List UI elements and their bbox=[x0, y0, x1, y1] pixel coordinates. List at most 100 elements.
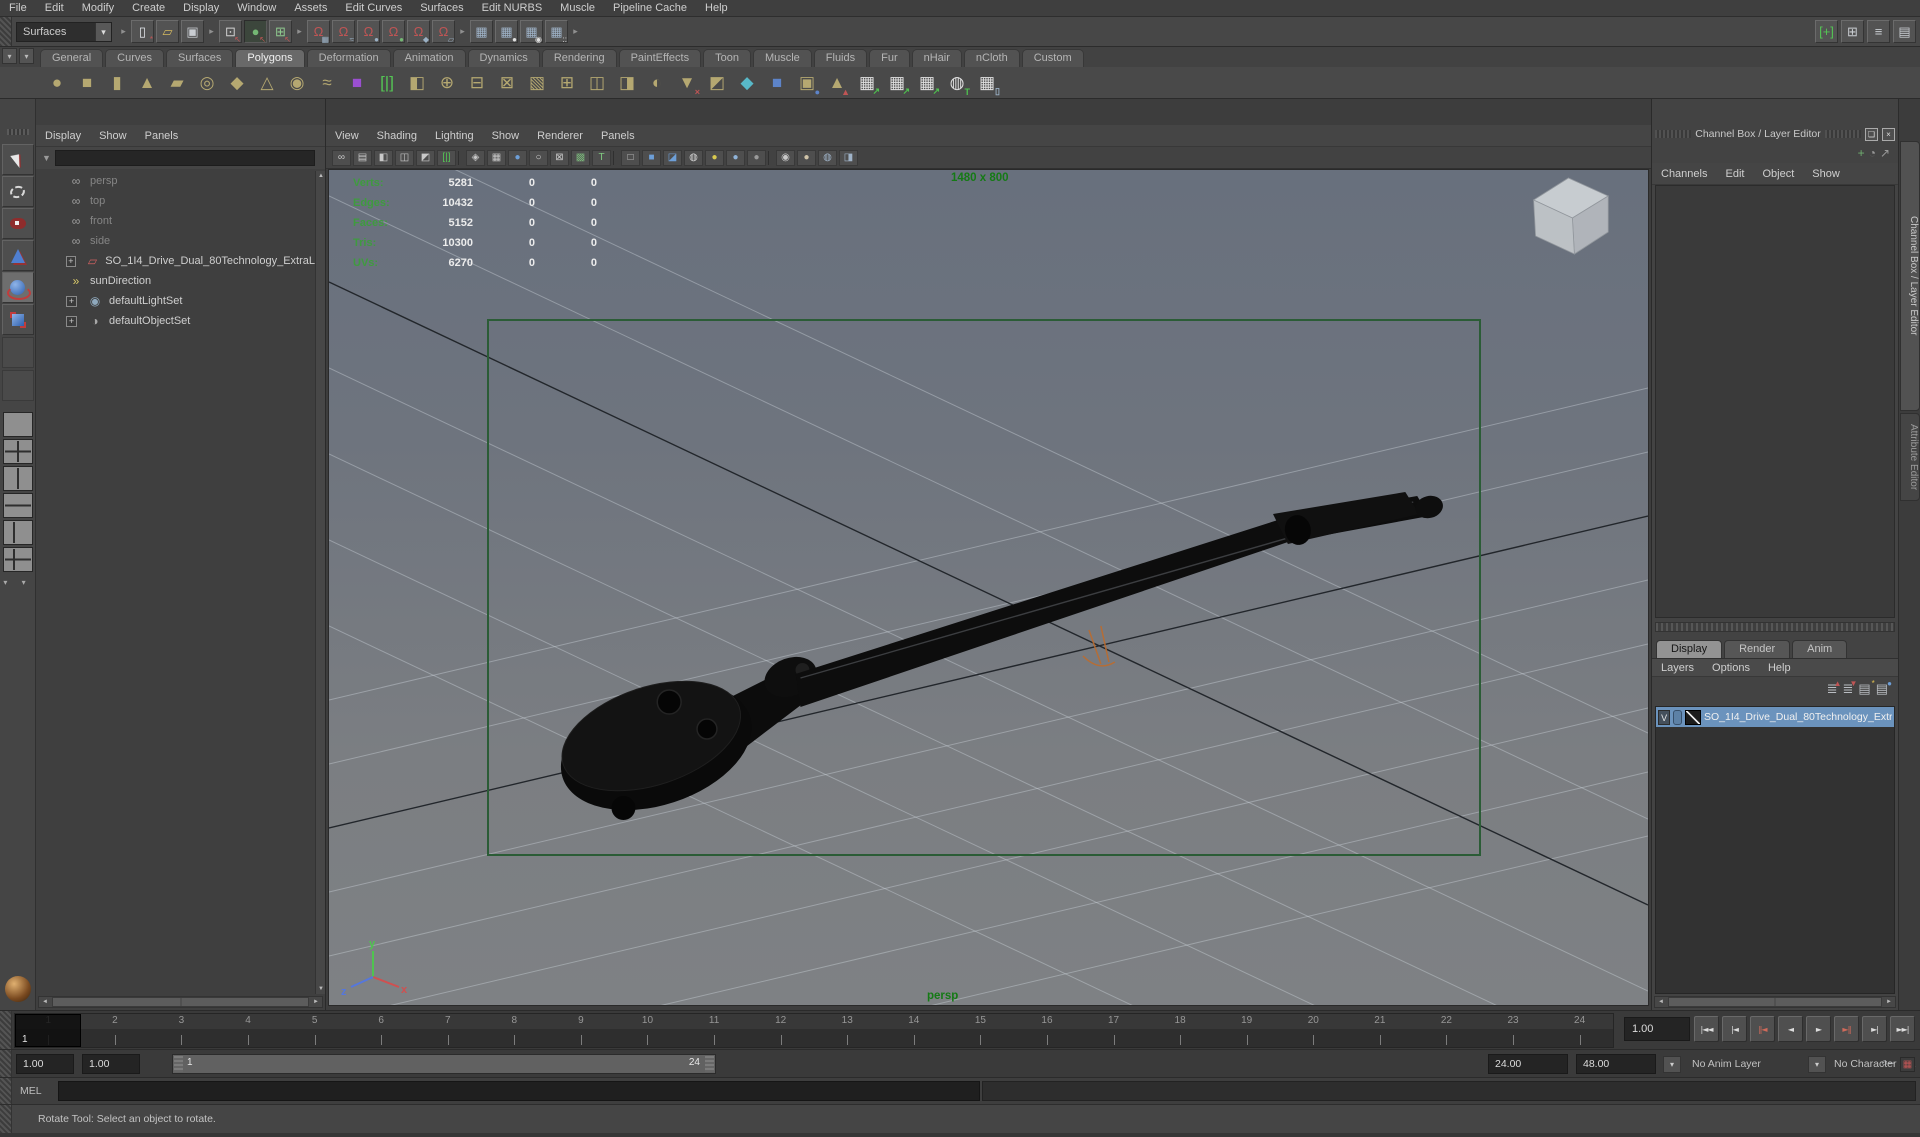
shelf-tab[interactable]: PaintEffects bbox=[618, 49, 702, 67]
menu-set-selector[interactable]: Surfaces ▾ bbox=[16, 21, 112, 42]
boolean-difference-icon[interactable]: ⊟ bbox=[462, 68, 492, 97]
scroll-right-icon[interactable]: ► bbox=[1883, 999, 1895, 1005]
tool-settings-toggle[interactable]: ≡ bbox=[1867, 20, 1890, 43]
last-tool-slot[interactable] bbox=[1, 337, 34, 368]
frame-cell[interactable]: 24 bbox=[1546, 1014, 1613, 1047]
select-by-hierarchy-icon[interactable]: ⊡ ↖ bbox=[219, 20, 242, 44]
menu-item[interactable]: Edit NURBS bbox=[473, 1, 552, 15]
outliner-item-defaultobjectset[interactable]: + ◑ defaultObjectSet bbox=[36, 311, 315, 331]
spherical-mapping-icon[interactable]: ▦ ↗ bbox=[912, 68, 942, 97]
outliner-search-input[interactable] bbox=[54, 150, 315, 166]
scrollbar-thumb[interactable] bbox=[52, 997, 309, 1007]
layout-outliner-persp[interactable] bbox=[2, 520, 33, 545]
go-to-end-button[interactable]: ►►| bbox=[1890, 1016, 1915, 1042]
outliner-item-defaultlightset[interactable]: + ◉ defaultLightSet bbox=[36, 291, 315, 311]
shelf-tab[interactable]: Curves bbox=[105, 49, 164, 67]
menu-item[interactable]: Window bbox=[228, 1, 285, 15]
panel-menu-item[interactable]: Show bbox=[90, 128, 136, 144]
auto-keyframe-toggle[interactable]: ▦ bbox=[1900, 1057, 1915, 1072]
collapser-icon[interactable]: ▸ bbox=[457, 20, 468, 43]
bridge-icon[interactable]: ◫ bbox=[582, 68, 612, 97]
panel-menu-item[interactable]: Lighting bbox=[426, 128, 483, 144]
collapser-icon[interactable]: ▸ bbox=[570, 20, 581, 43]
panel-menu-item[interactable]: View bbox=[326, 128, 368, 144]
polygon-pipe-icon[interactable]: ◉ bbox=[282, 68, 312, 97]
range-slider[interactable]: 1 24 bbox=[172, 1054, 716, 1074]
grip-handle[interactable] bbox=[6, 129, 29, 135]
divider[interactable] bbox=[613, 150, 619, 165]
frame-cell[interactable]: 16 bbox=[1014, 1014, 1081, 1047]
divider[interactable] bbox=[768, 150, 774, 165]
render-current-frame-icon[interactable]: ▦ ● bbox=[495, 20, 518, 44]
layer-editor-tab[interactable]: Display bbox=[1656, 640, 1723, 658]
animation-end-field[interactable]: 48.00 bbox=[1576, 1054, 1656, 1074]
layer-move-down-icon[interactable]: ≣ ▼ bbox=[1843, 679, 1858, 697]
shelf-tab[interactable]: Dynamics bbox=[467, 49, 540, 67]
anim-layer-label[interactable]: No Anim Layer bbox=[1692, 1058, 1761, 1070]
no-textures-icon[interactable]: ⊠ bbox=[550, 149, 569, 166]
frame-cell[interactable]: 19 bbox=[1213, 1014, 1280, 1047]
shelf-tab[interactable]: Muscle bbox=[752, 49, 812, 67]
layout-two-side-by-side[interactable] bbox=[2, 466, 33, 491]
outliner-item-sundirection[interactable]: +»sunDirection bbox=[36, 271, 315, 291]
save-scene-icon[interactable]: ▣ bbox=[181, 20, 204, 43]
default-material-icon[interactable]: ▩ bbox=[571, 149, 590, 166]
reduce-icon[interactable]: ▼ × bbox=[672, 68, 702, 98]
panel-menu-item[interactable]: Object bbox=[1753, 166, 1803, 182]
side-tab-channel-box[interactable]: Channel Box / Layer Editor bbox=[1900, 141, 1920, 411]
shelf-tab[interactable]: Deformation bbox=[306, 49, 391, 67]
checker-ball-icon[interactable]: ◍ bbox=[684, 149, 703, 166]
select-camera-icon[interactable]: ∞ bbox=[332, 149, 351, 166]
channel-list-area[interactable] bbox=[1655, 185, 1895, 618]
render-view-icon[interactable]: ▦ bbox=[470, 20, 493, 43]
panel-menu-item[interactable]: Options bbox=[1703, 660, 1759, 676]
layer-editor-tab[interactable]: Anim bbox=[1792, 640, 1848, 658]
smooth-icon[interactable]: ◩ bbox=[702, 68, 732, 97]
menu-item[interactable]: Muscle bbox=[551, 1, 604, 15]
menu-item[interactable]: Surfaces bbox=[411, 1, 472, 15]
image-plane-icon[interactable]: ◫ bbox=[395, 149, 414, 166]
renderer-icon[interactable] bbox=[5, 976, 31, 1002]
select-by-object-type-icon[interactable]: ● ↖ bbox=[244, 20, 267, 44]
step-forward-key-button[interactable]: ►‖ bbox=[1834, 1016, 1859, 1042]
render-settings-icon[interactable]: ▦:: bbox=[545, 20, 568, 44]
xray-icon[interactable]: ◩ bbox=[416, 149, 435, 166]
layer-visibility-toggle[interactable]: V bbox=[1658, 709, 1671, 725]
axis-tripod-icon[interactable]: + bbox=[1858, 146, 1865, 160]
frame-cell[interactable]: 14 bbox=[881, 1014, 948, 1047]
more-layouts-button[interactable]: ▾ ▾ bbox=[3, 578, 31, 587]
panel-menu-item[interactable]: Layers bbox=[1652, 660, 1703, 676]
move-tool[interactable] bbox=[1, 240, 34, 271]
layout-hypergraph-persp[interactable] bbox=[2, 547, 33, 572]
polygon-pyramid-icon[interactable]: △ bbox=[252, 68, 282, 97]
gray-ball-icon[interactable]: ● bbox=[747, 149, 766, 166]
outliner-hscrollbar[interactable]: ◄ ► bbox=[38, 996, 323, 1008]
panel-menu-item[interactable]: Panels bbox=[136, 128, 188, 144]
set-key-icon[interactable]: ○– bbox=[1881, 1057, 1894, 1069]
timeline-track[interactable]: 123456789101112131415161718192021222324 … bbox=[14, 1013, 1614, 1048]
outliner-item-top[interactable]: +∞top bbox=[36, 191, 315, 211]
shelf-tab[interactable]: Animation bbox=[392, 49, 466, 67]
animation-start-field[interactable]: 1.00 bbox=[16, 1054, 74, 1074]
scale-tool[interactable] bbox=[1, 304, 34, 335]
shelf-tab[interactable]: nCloth bbox=[963, 49, 1020, 67]
expand-icon[interactable]: + bbox=[66, 315, 77, 327]
chevron-down-icon[interactable]: ▾ bbox=[95, 22, 111, 41]
plugin-ball-icon[interactable]: ◍ bbox=[818, 149, 837, 166]
frame-cell[interactable]: 9 bbox=[548, 1014, 615, 1047]
menu-item[interactable]: Assets bbox=[285, 1, 336, 15]
frame-cell[interactable]: 17 bbox=[1080, 1014, 1147, 1047]
shelf-tab[interactable]: Surfaces bbox=[165, 49, 234, 67]
isolate-select-icon[interactable]: ◉ bbox=[776, 149, 795, 166]
collapser-icon[interactable]: ▸ bbox=[294, 20, 305, 43]
projection-icon[interactable]: ▲ ▲ bbox=[822, 68, 852, 98]
divider[interactable] bbox=[458, 150, 464, 165]
shelf-menu-button[interactable]: ▾ bbox=[2, 48, 17, 64]
rotate-tool[interactable] bbox=[1, 272, 34, 303]
panel-menu-item[interactable]: Shading bbox=[368, 128, 426, 144]
outliner-item-side[interactable]: +∞side bbox=[36, 231, 315, 251]
frame-cell[interactable]: 18 bbox=[1147, 1014, 1214, 1047]
lights-icon[interactable]: ● bbox=[705, 149, 724, 166]
frame-cell[interactable]: 2 bbox=[82, 1014, 149, 1047]
panel-splitter[interactable] bbox=[1655, 622, 1895, 632]
